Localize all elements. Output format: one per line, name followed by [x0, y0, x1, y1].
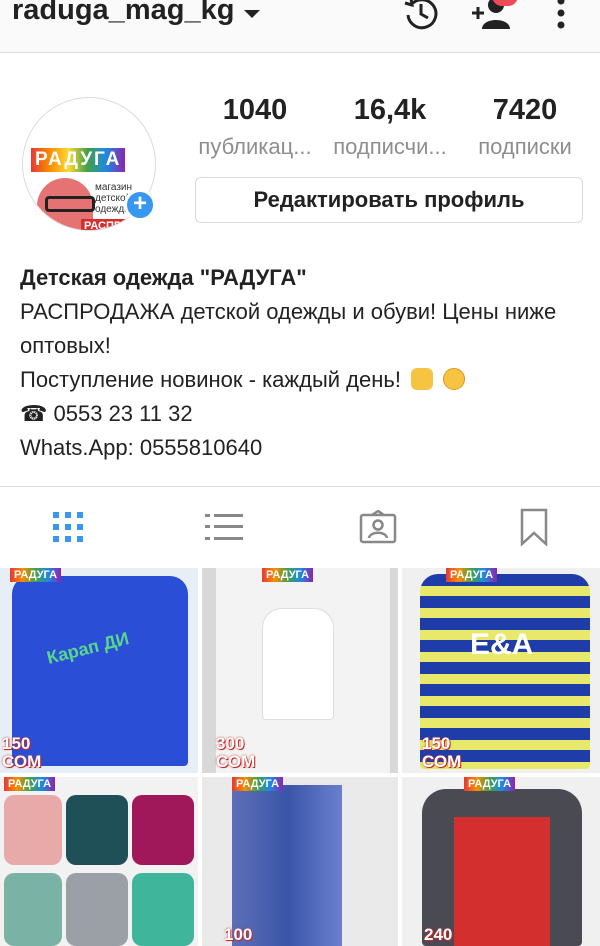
- avatar-brand: РАДУГА: [31, 148, 126, 172]
- tagged-icon[interactable]: [358, 507, 398, 547]
- avatar-sale-label: РАСПРОДАЖА: [81, 219, 155, 230]
- stat-value: 7420: [492, 94, 558, 126]
- stat-followers[interactable]: 16,4k подписчи...: [330, 93, 450, 161]
- top-bar: raduga_mag_kg: [0, 0, 600, 53]
- store-tag: РАДУГА: [446, 568, 498, 582]
- post-grid: Карап ДИ РАДУГА 150 СОМ РАДУГА 300 СОМ E…: [0, 568, 600, 946]
- bio-line: РАСПРОДАЖА детской одежды и обуви! Цены …: [20, 299, 557, 358]
- product-kids-shirt: [132, 873, 194, 946]
- profile-stats: 1040 публикац... 16,4k подписчи... 7420 …: [195, 93, 585, 161]
- price-label: 150 СОМ: [2, 734, 42, 771]
- price-label: 240: [424, 925, 453, 944]
- product-kids-shirt: [66, 873, 128, 946]
- edit-profile-button[interactable]: Редактировать профиль: [195, 177, 583, 223]
- product-kids-shirt: [4, 795, 62, 865]
- price-label: 100: [224, 925, 253, 944]
- profile-name: Детская одежда "РАДУГА": [20, 265, 307, 290]
- post-thumbnail[interactable]: РАДУГА 240: [402, 777, 600, 946]
- store-tag: РАДУГА: [10, 568, 62, 582]
- store-tag: РАДУГА: [262, 568, 314, 582]
- store-tag: РАДУГА: [464, 777, 516, 791]
- product-kids-shirt: [66, 795, 128, 865]
- stat-value: 1040: [222, 94, 288, 126]
- list-icon[interactable]: [204, 507, 244, 547]
- post-thumbnail[interactable]: РАДУГА 300 СОМ: [202, 568, 398, 773]
- post-thumbnail[interactable]: РАДУГА 100: [202, 777, 398, 946]
- add-story-plus-icon[interactable]: +: [124, 189, 156, 221]
- post-thumbnail[interactable]: РАДУГА: [0, 777, 198, 946]
- product-leggings: [232, 785, 342, 946]
- glasses-icon: [45, 196, 95, 212]
- saved-icon[interactable]: [514, 507, 554, 547]
- stat-label: подписки: [478, 134, 572, 159]
- stat-label: подписчи...: [333, 134, 447, 159]
- stat-value: 16,4k: [353, 94, 427, 126]
- add-user-icon[interactable]: [470, 0, 518, 34]
- bio-line: Поступление новинок - каждый день!: [20, 367, 401, 392]
- grid-icon[interactable]: [48, 507, 88, 547]
- profile-tabs: [0, 486, 600, 570]
- product-kids-shirt: [4, 873, 62, 946]
- thumbs-up-icon: [411, 368, 434, 390]
- product-hoodie-print: [454, 817, 550, 946]
- store-tag: РАДУГА: [232, 777, 284, 791]
- bio-line-with-emoji: Поступление новинок - каждый день!: [20, 363, 585, 397]
- account-switcher[interactable]: raduga_mag_kg: [12, 0, 261, 27]
- username: raduga_mag_kg: [12, 0, 235, 26]
- history-icon[interactable]: [400, 0, 442, 34]
- stat-label: публикац...: [198, 134, 312, 159]
- store-tag: РАДУГА: [4, 777, 56, 791]
- product-jacket: [262, 608, 334, 720]
- more-icon[interactable]: [540, 0, 582, 34]
- post-thumbnail[interactable]: Карап ДИ РАДУГА 150 СОМ: [0, 568, 198, 773]
- chevron-down-icon: [244, 9, 261, 18]
- price-label: 150 СОМ: [422, 734, 462, 771]
- stat-following[interactable]: 7420 подписки: [465, 93, 585, 161]
- stat-posts[interactable]: 1040 публикац...: [195, 93, 315, 161]
- profile-header: РАДУГА магазин детской одежды РАСПРОДАЖА…: [0, 53, 600, 485]
- product-kids-shirt: [132, 795, 194, 865]
- bio-whatsapp: Whats.App: 0555810640: [20, 435, 263, 460]
- print-text-decoration: E&A: [470, 628, 534, 661]
- price-label: 300 СОМ: [216, 734, 256, 771]
- post-thumbnail[interactable]: E&A РАДУГА 150 СОМ: [402, 568, 600, 773]
- profile-bio: Детская одежда "РАДУГА" РАСПРОДАЖА детск…: [20, 261, 585, 465]
- smile-icon: [443, 368, 466, 390]
- bio-phone: ☎ 0553 23 11 32: [20, 401, 193, 426]
